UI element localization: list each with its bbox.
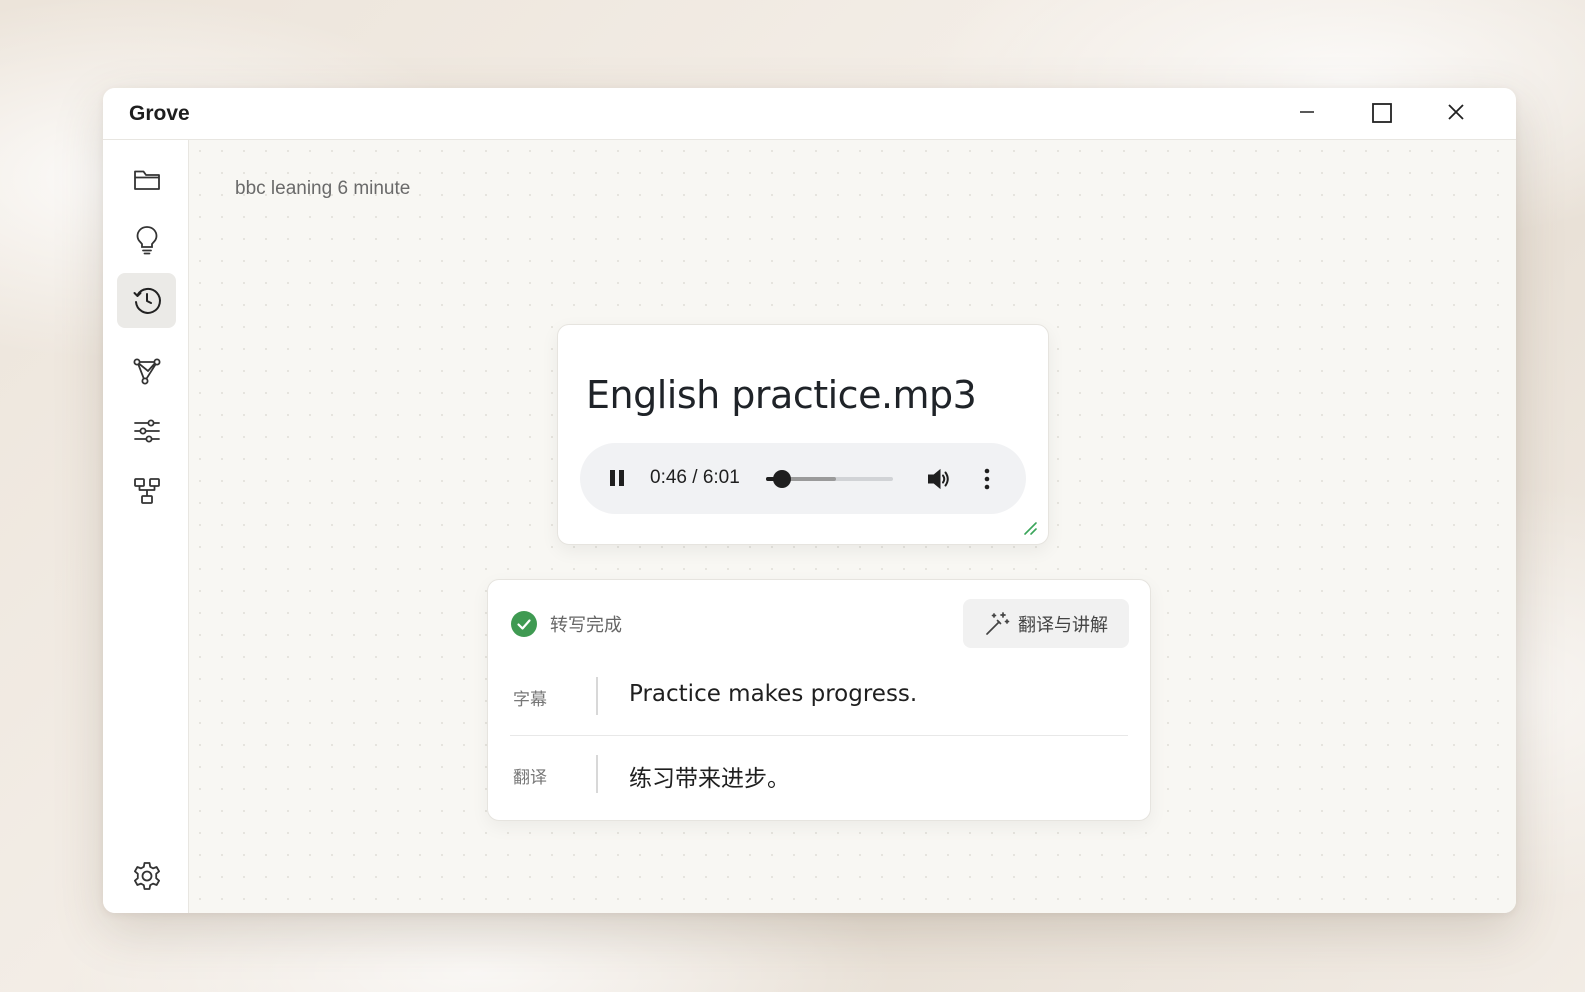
graph-nodes-icon [133,358,160,384]
resize-grip-icon[interactable] [1022,520,1038,536]
minimize-icon [1300,111,1314,113]
folder-icon [133,170,160,190]
sidebar-item-adjust[interactable] [117,403,176,458]
sidebar [103,140,189,913]
minimize-button[interactable] [1289,98,1325,130]
magic-wand-icon [986,611,1010,635]
close-icon [1448,104,1464,120]
more-vertical-icon [984,468,990,490]
seek-thumb[interactable] [773,470,792,488]
sidebar-item-ideas[interactable] [117,212,176,267]
volume-button[interactable] [926,466,952,497]
app-window: Grove bbc leaning 6 minute English pract… [103,88,1516,913]
time-display: 0:46 / 6:01 [650,467,740,488]
translate-explain-button[interactable]: 翻译与讲解 [963,599,1129,648]
volume-icon [928,468,949,490]
translation-row: 翻译 练习带来进步。 [510,735,1128,813]
subtitle-row: 字幕 Practice makes progress. [510,657,1128,735]
close-button[interactable] [1438,98,1474,130]
breadcrumb: bbc leaning 6 minute [235,178,411,199]
translate-button-label: 翻译与讲解 [1018,614,1108,636]
history-icon [133,287,161,314]
translation-text: 练习带来进步。 [629,766,790,792]
sidebar-item-files[interactable] [117,152,176,207]
main-content: bbc leaning 6 minute English practice.mp… [189,140,1516,913]
audio-player: 0:46 / 6:01 [580,443,1026,514]
transcription-status: 转写完成 [510,610,622,638]
subtitle-label: 字幕 [513,690,547,710]
sidebar-item-graph[interactable] [117,343,176,398]
gear-icon [133,861,160,890]
check-circle-icon [511,611,537,637]
audio-file-title: English practice.mp3 [586,373,977,417]
transcript-card: 转写完成 翻译与讲解 字幕 Practice makes progress. 翻… [487,579,1151,821]
maximize-button[interactable] [1364,98,1400,130]
more-options-button[interactable] [980,466,994,497]
lightbulb-icon [136,225,157,254]
maximize-icon [1372,103,1392,123]
app-title: Grove [129,102,190,125]
status-text: 转写完成 [550,615,622,636]
subtitle-text: Practice makes progress. [629,681,918,707]
audio-player-card: English practice.mp3 0:46 / 6:01 [557,324,1049,545]
seek-bar[interactable] [766,470,893,488]
flowchart-icon [133,477,160,504]
sidebar-item-workflow[interactable] [117,463,176,518]
pause-icon [610,470,624,486]
row-separator [596,677,598,715]
sidebar-item-history[interactable] [117,273,176,328]
translation-label: 翻译 [513,768,547,788]
pause-button[interactable] [606,467,628,494]
row-separator [596,755,598,793]
sliders-icon [133,419,160,442]
title-bar: Grove [103,88,1516,140]
settings-button[interactable] [117,848,176,903]
